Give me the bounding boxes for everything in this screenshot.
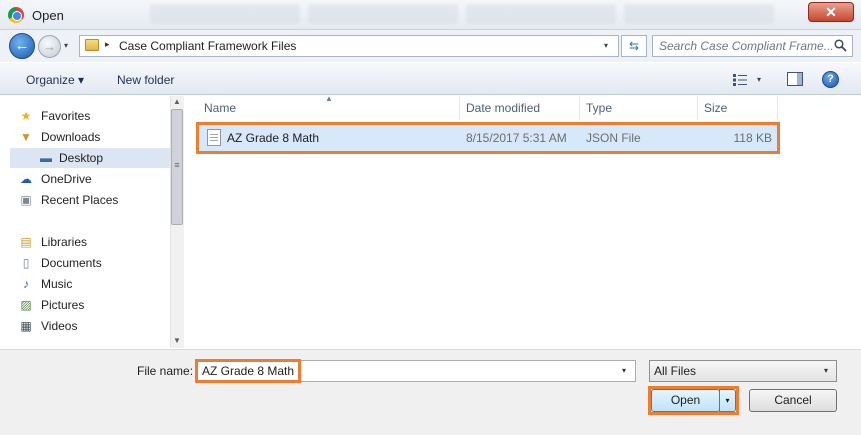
help-icon[interactable]: ? xyxy=(822,71,839,88)
nav-item-pictures[interactable]: ▨ Pictures xyxy=(18,295,168,315)
background-browser-tabs xyxy=(150,4,790,26)
nav-item-label: Favorites xyxy=(41,109,91,123)
change-view-icon[interactable] xyxy=(733,74,747,86)
background-tab xyxy=(466,4,616,24)
sort-ascending-icon: ▲ xyxy=(325,94,333,103)
nav-item-recent-places[interactable]: ▣ Recent Places xyxy=(18,190,168,210)
nav-item-label: Videos xyxy=(41,319,78,333)
nav-item-label: Desktop xyxy=(59,151,104,165)
file-row-annotation-highlight xyxy=(196,122,780,154)
refresh-button[interactable]: ⇆ xyxy=(621,35,647,57)
forward-arrow-icon: → xyxy=(43,39,56,54)
nav-item-music[interactable]: ♪ Music xyxy=(18,274,168,294)
file-name-label: File name: xyxy=(137,364,194,378)
scroll-up-icon[interactable]: ▲ xyxy=(171,97,183,106)
file-type-select[interactable]: All Files xyxy=(649,360,837,382)
star-icon: ★ xyxy=(20,109,32,123)
nav-item-desktop[interactable]: ▬ Desktop xyxy=(10,148,170,168)
back-arrow-icon: ← xyxy=(14,37,30,54)
scrollbar-thumb[interactable] xyxy=(171,109,183,225)
navigation-pane: ★ Favorites ▼ Downloads ▬ Desktop ☁ OneD… xyxy=(0,96,170,348)
open-button-annotation-highlight xyxy=(648,386,739,415)
nav-item-downloads[interactable]: ▼ Downloads xyxy=(18,127,168,147)
cloud-icon: ☁ xyxy=(20,172,32,186)
search-box xyxy=(652,35,853,57)
recent-places-icon: ▣ xyxy=(20,193,32,207)
nav-item-libraries[interactable]: ▤ Libraries xyxy=(18,232,168,252)
column-header-size[interactable]: Size xyxy=(698,96,778,120)
chrome-logo-icon xyxy=(8,7,24,23)
background-tab xyxy=(150,4,300,24)
nav-item-videos[interactable]: ▦ Videos xyxy=(18,316,168,336)
nav-item-label: Libraries xyxy=(41,235,88,249)
nav-item-label: Downloads xyxy=(41,130,101,144)
new-folder-button[interactable]: New folder xyxy=(117,73,174,87)
nav-item-label: Music xyxy=(41,277,73,291)
nav-item-onedrive[interactable]: ☁ OneDrive xyxy=(18,169,168,189)
window-title: Open xyxy=(32,8,64,23)
close-button[interactable]: ✕ xyxy=(808,2,854,22)
file-name-dropdown-icon[interactable]: ▾ xyxy=(622,366,626,375)
nav-item-label: Pictures xyxy=(41,298,85,312)
videos-icon: ▦ xyxy=(20,319,32,333)
cancel-button[interactable]: Cancel xyxy=(749,389,837,412)
music-icon: ♪ xyxy=(23,277,29,291)
nav-item-favorites[interactable]: ★ Favorites xyxy=(18,106,168,126)
column-header-type[interactable]: Type xyxy=(580,96,698,120)
pictures-icon: ▨ xyxy=(20,298,32,312)
nav-item-documents[interactable]: ▯ Documents xyxy=(18,253,168,273)
forward-button[interactable]: → xyxy=(38,35,61,58)
search-icon[interactable] xyxy=(834,39,847,52)
file-type-dropdown-icon[interactable]: ▾ xyxy=(824,366,828,375)
view-options-dropdown-icon[interactable]: ▾ xyxy=(757,75,761,84)
desktop-icon: ▬ xyxy=(40,151,52,165)
background-tab xyxy=(624,4,774,24)
libraries-icon: ▤ xyxy=(20,235,32,249)
nav-item-label: OneDrive xyxy=(41,172,92,186)
search-input[interactable] xyxy=(653,36,833,56)
recent-locations-dropdown-icon[interactable]: ▾ xyxy=(64,41,68,50)
back-button[interactable]: ← xyxy=(9,33,35,59)
documents-icon: ▯ xyxy=(22,256,30,270)
preview-pane-icon[interactable] xyxy=(787,72,803,86)
breadcrumb-current-folder[interactable]: Case Compliant Framework Files xyxy=(119,39,296,53)
nav-item-label: Recent Places xyxy=(41,193,119,207)
folder-icon xyxy=(85,39,99,51)
downloads-folder-icon: ▼ xyxy=(20,130,32,144)
nav-item-label: Documents xyxy=(41,256,102,270)
scroll-down-icon[interactable]: ▼ xyxy=(171,336,183,345)
breadcrumb-separator-icon[interactable]: ▸ xyxy=(105,39,110,50)
column-header-date-modified[interactable]: Date modified xyxy=(460,96,580,120)
file-name-annotation-highlight xyxy=(195,359,301,383)
organize-button[interactable]: Organize ▾ xyxy=(26,73,84,87)
address-dropdown-icon[interactable]: ▾ xyxy=(604,41,608,50)
background-tab xyxy=(308,4,458,24)
